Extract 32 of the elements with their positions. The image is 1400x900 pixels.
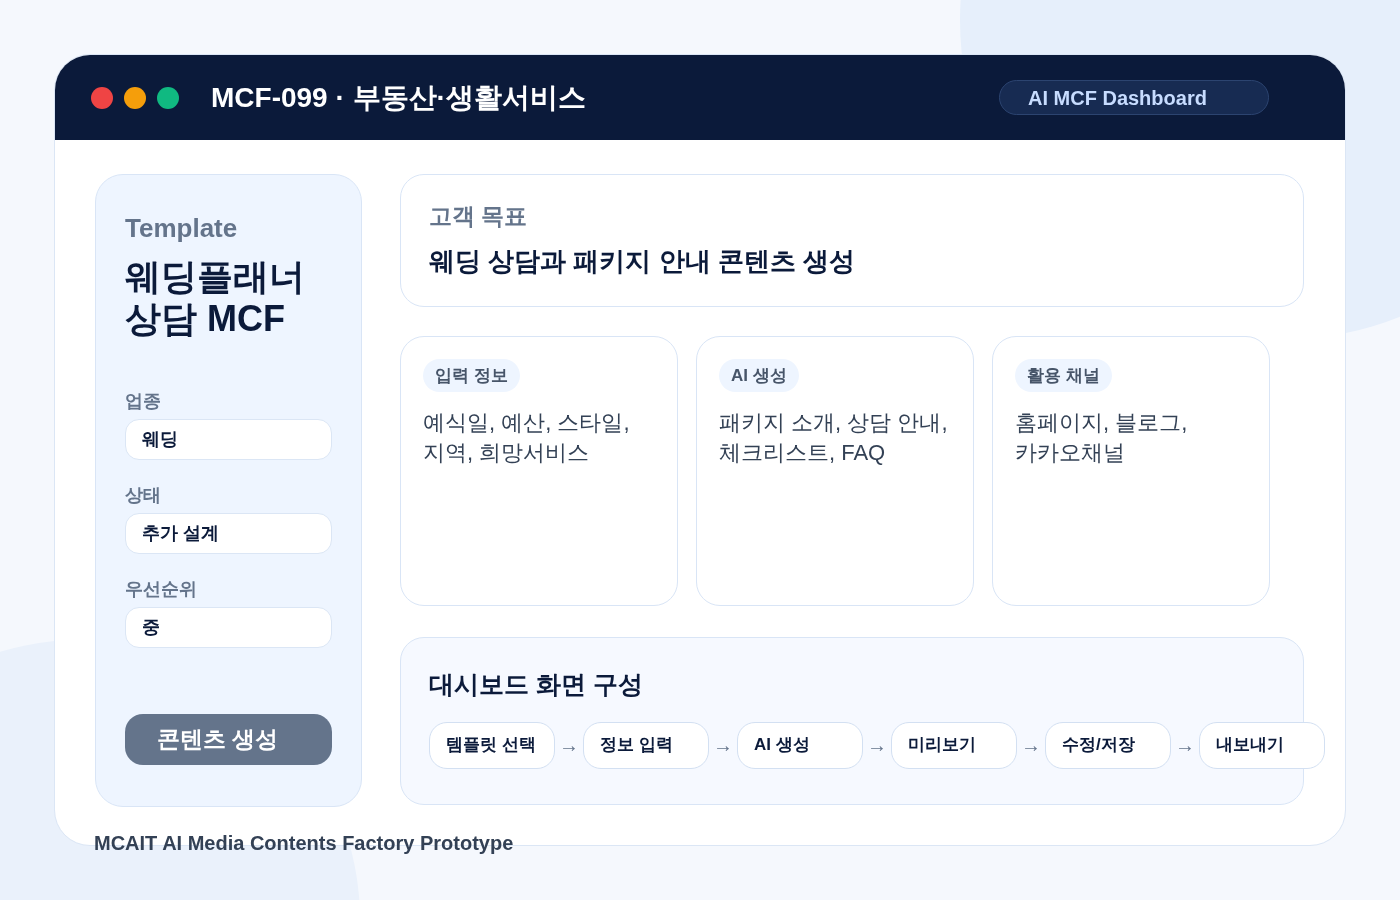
goal-text: 웨딩 상담과 패키지 안내 콘텐츠 생성 [429, 244, 857, 278]
dashboard-badge: AI MCF Dashboard [999, 80, 1269, 115]
window-title: MCF-099 · 부동산·생활서비스 [211, 80, 586, 115]
flow-step[interactable]: 내보내기 [1199, 721, 1325, 769]
flow-step[interactable]: 미리보기 [891, 721, 1017, 769]
card-tag: 활용 채널 [1015, 359, 1112, 392]
value-field[interactable]: 추가 설계 [125, 513, 332, 554]
arrow-icon: → [709, 730, 737, 760]
value-field[interactable]: 웨딩 [125, 419, 332, 460]
flow-step[interactable]: 정보 입력 [583, 721, 709, 769]
generate-button[interactable]: 콘텐츠 생성 [125, 714, 332, 765]
field-label: 상태 [125, 484, 162, 507]
arrow-icon: → [1017, 730, 1045, 760]
flow-title: 대시보드 화면 구성 [429, 670, 643, 698]
flow-step[interactable]: AI 생성 [737, 721, 863, 769]
goal-label: 고객 목표 [429, 202, 529, 231]
card-tag: 입력 정보 [423, 359, 520, 392]
arrow-icon: → [863, 730, 891, 760]
template-title: 웨딩플래너 상담 MCF [125, 256, 306, 340]
card-text: 예식일, 예산, 스타일, 지역, 희망서비스 [423, 409, 630, 467]
flow-step[interactable]: 수정/저장 [1045, 721, 1171, 769]
card-tag: AI 생성 [719, 359, 799, 392]
template-label: Template [125, 212, 239, 245]
footer-text: MCAIT AI Media Contents Factory Prototype [94, 831, 514, 856]
field-label: 업종 [125, 390, 162, 413]
arrow-icon: → [1171, 730, 1199, 760]
arrow-icon: → [555, 730, 583, 760]
field-label: 우선순위 [125, 578, 198, 601]
value-field[interactable]: 중 [125, 607, 332, 648]
card-text: 홈페이지, 블로그, 카카오채널 [1015, 409, 1188, 467]
flow-step[interactable]: 템플릿 선택 [429, 721, 555, 769]
card-text: 패키지 소개, 상담 안내, 체크리스트, FAQ [719, 409, 948, 467]
